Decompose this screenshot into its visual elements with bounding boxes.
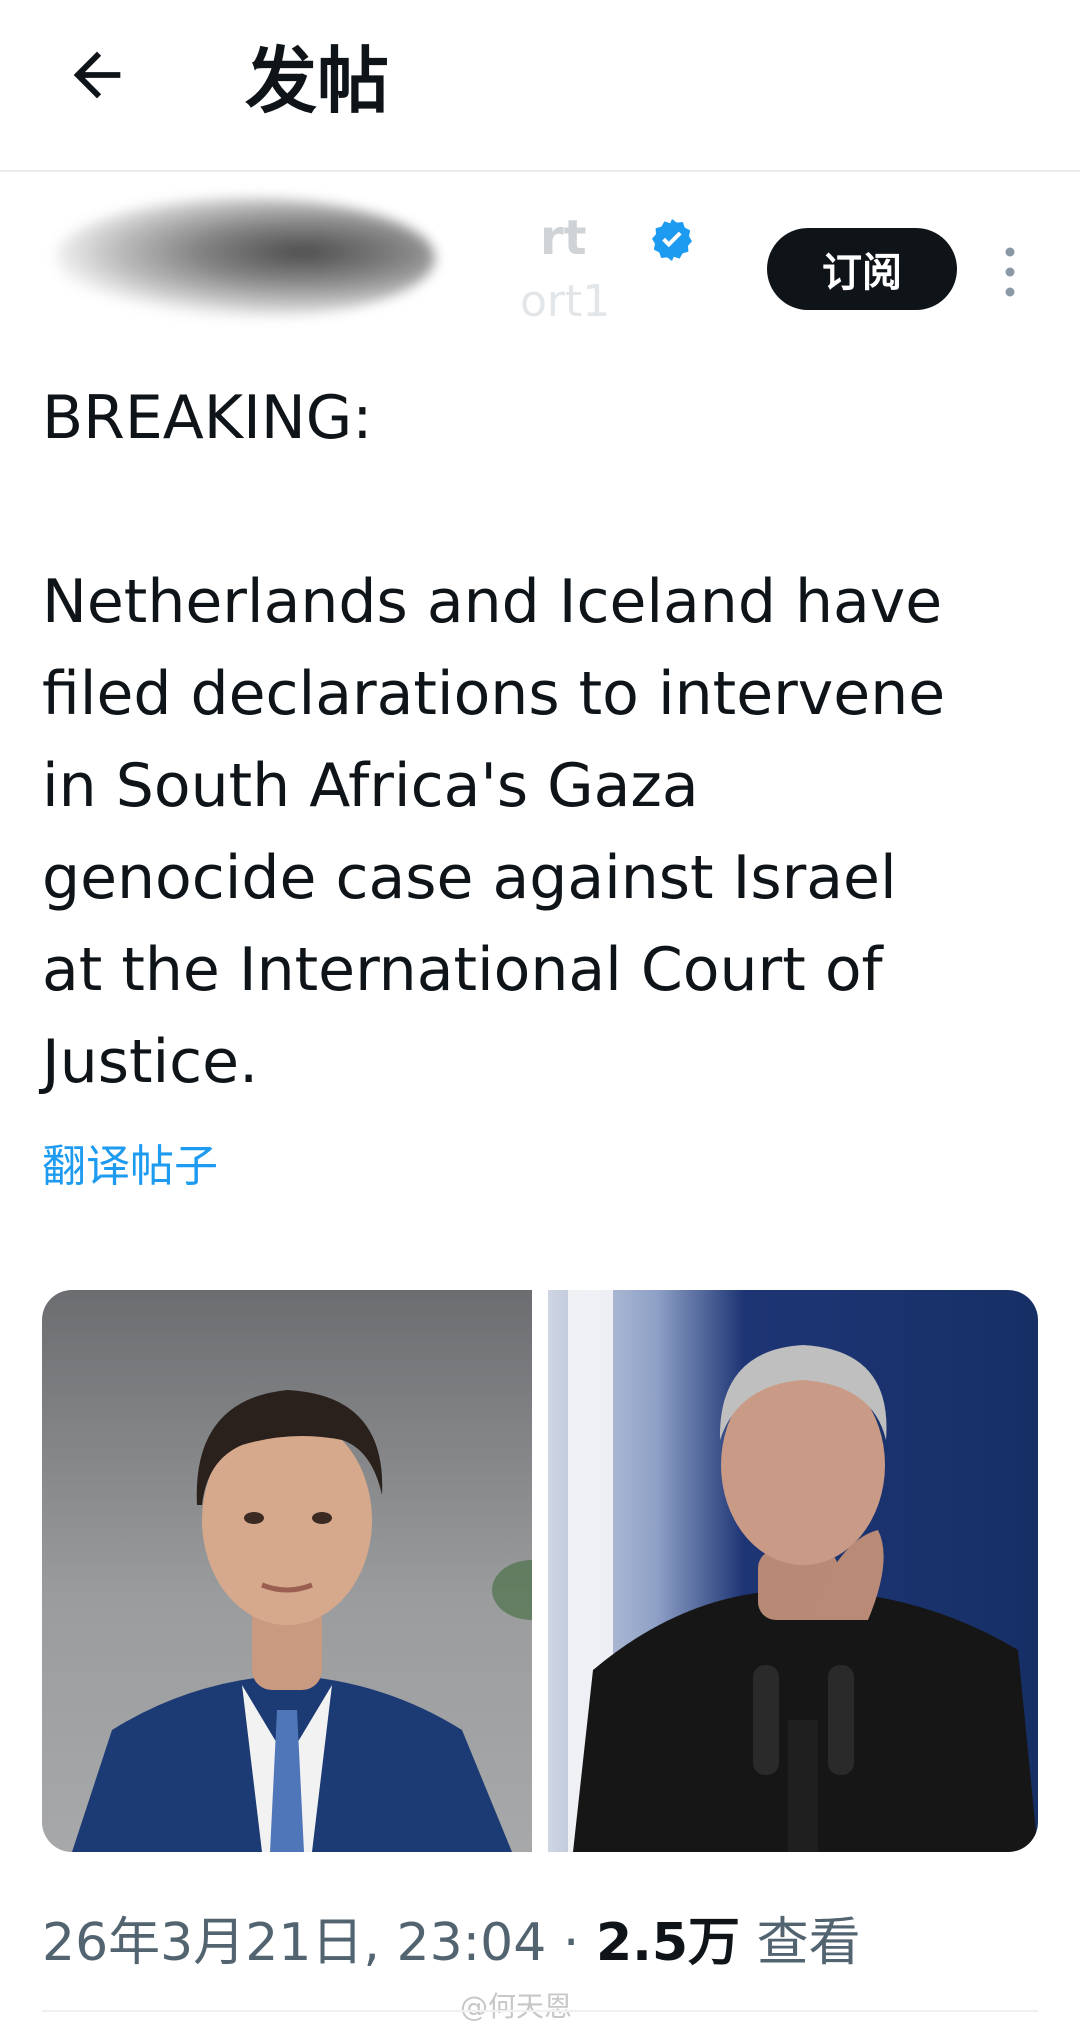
post-line: in South Africa's Gaza (42, 751, 699, 821)
top-bar: 发帖 (0, 0, 1080, 172)
post-line: filed declarations to intervene (42, 659, 946, 729)
author-row: rt ort1 订阅 (0, 172, 1080, 362)
post-datetime[interactable]: 26年3月21日, 23:04 (42, 1913, 546, 1973)
post-text: BREAKING: Netherlands and Iceland have f… (42, 372, 1042, 1108)
post-line: Netherlands and Iceland have (42, 567, 943, 637)
divider (42, 2010, 1038, 2012)
views-count: 2.5万 (595, 1913, 741, 1973)
more-vertical-icon[interactable] (998, 244, 1022, 300)
arrow-left-icon[interactable] (62, 40, 132, 110)
post-line: BREAKING: (42, 383, 373, 453)
media-grid (42, 1290, 1038, 1852)
portrait-man-podium-image (568, 1290, 1038, 1852)
page-title: 发帖 (245, 39, 390, 123)
subscribe-button[interactable]: 订阅 (767, 228, 957, 310)
verified-badge-icon (652, 219, 692, 261)
post-photo-right[interactable] (548, 1290, 1038, 1852)
post-line: at the International Court of (42, 935, 883, 1005)
post-line-gap (42, 464, 1042, 556)
post-photo-left[interactable] (42, 1290, 532, 1852)
meta-separator: · (562, 1913, 580, 1973)
post-line: genocide case against Israel (42, 843, 897, 913)
watermark-text: @何天恩 (460, 1990, 573, 2023)
post-meta: 26年3月21日, 23:04 · 2.5万 查看 (42, 1900, 861, 1975)
post-line: Justice. (42, 1027, 259, 1097)
author-name[interactable]: rt (540, 210, 587, 266)
blurred-author-avatar[interactable] (55, 198, 435, 318)
portrait-man-suit-image (72, 1390, 532, 1852)
translate-post-link[interactable]: 翻译帖子 (42, 1130, 218, 1194)
author-handle: ort1 (520, 276, 611, 327)
views-label: 查看 (756, 1913, 861, 1973)
